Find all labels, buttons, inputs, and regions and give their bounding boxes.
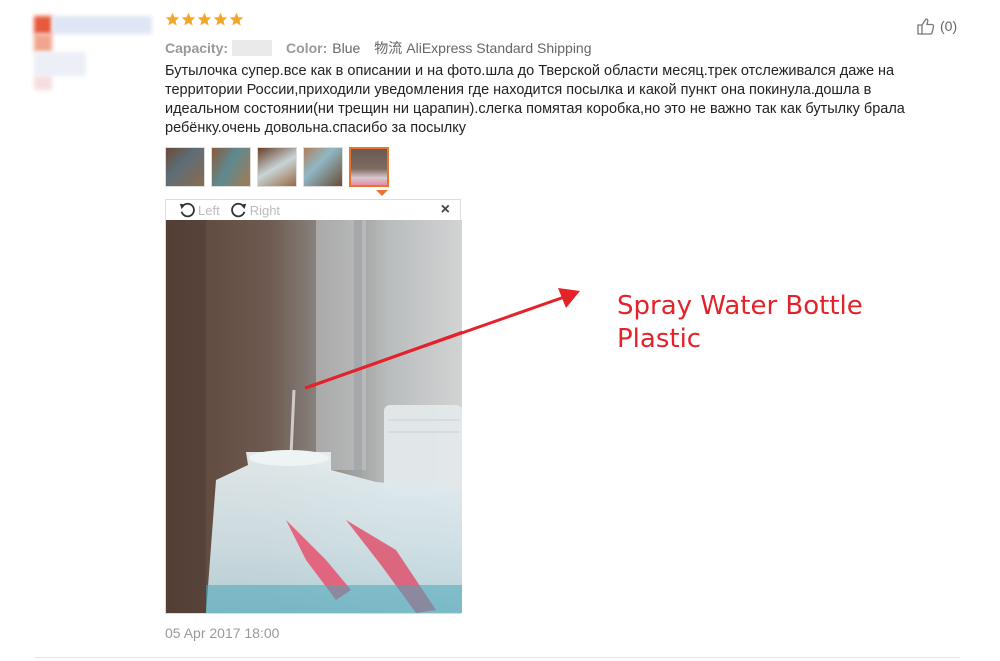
photo-thumbnail[interactable] xyxy=(165,147,205,187)
color-label: Color: xyxy=(286,40,328,56)
star-icon xyxy=(213,12,228,26)
divider xyxy=(34,657,960,658)
close-icon[interactable]: × xyxy=(441,201,450,219)
helpful-count: (0) xyxy=(940,18,958,34)
photo-viewer: Left Right × xyxy=(165,199,462,614)
active-thumbnail-pointer xyxy=(376,190,388,196)
annotation-label: Spray Water Bottle Plastic xyxy=(617,290,863,356)
helpful-button[interactable]: (0) xyxy=(916,16,957,36)
rotate-right-label: Right xyxy=(249,202,281,218)
rotate-left-button[interactable]: Left xyxy=(178,201,220,219)
star-icon xyxy=(181,12,196,26)
country-flag xyxy=(34,34,52,52)
review-meta: Capacity: Color: Blue 物流 AliExpress Stan… xyxy=(165,38,592,58)
rotate-left-icon xyxy=(179,202,195,218)
annotation-line1: Spray Water Bottle xyxy=(617,291,863,321)
annotation-line2: Plastic xyxy=(617,324,702,354)
viewer-toolbar: Left Right × xyxy=(166,200,460,220)
review-text: Бутылочка супер.все как в описании и на … xyxy=(165,63,905,136)
photo-thumbnail[interactable] xyxy=(257,147,297,187)
thumbs-up-icon[interactable] xyxy=(916,16,936,36)
star-icon xyxy=(165,12,180,26)
shipping-value: AliExpress Standard Shipping xyxy=(406,40,592,56)
reviewer-info xyxy=(34,52,86,76)
star-icon xyxy=(197,12,212,26)
capacity-value xyxy=(232,40,273,56)
capacity-label: Capacity: xyxy=(165,40,229,56)
rotate-left-label: Left xyxy=(198,202,220,218)
rating-stars xyxy=(165,12,244,32)
photo-thumbnail-active[interactable] xyxy=(349,147,389,187)
annotation-arrow xyxy=(304,288,580,390)
photo-thumbnails xyxy=(165,147,389,187)
reviewer-badge xyxy=(34,76,52,90)
review-date: 05 Apr 2017 18:00 xyxy=(165,625,280,641)
avatar xyxy=(34,16,52,34)
rotate-right-button[interactable]: Right xyxy=(230,201,280,219)
star-icon xyxy=(229,12,244,26)
reviewer-name xyxy=(52,16,152,34)
photo-thumbnail[interactable] xyxy=(303,147,343,187)
color-value: Blue xyxy=(332,40,361,56)
rotate-right-icon xyxy=(230,202,246,218)
photo-thumbnail[interactable] xyxy=(211,147,251,187)
shipping-label: 物流 xyxy=(374,40,403,56)
review-photo xyxy=(166,220,462,613)
